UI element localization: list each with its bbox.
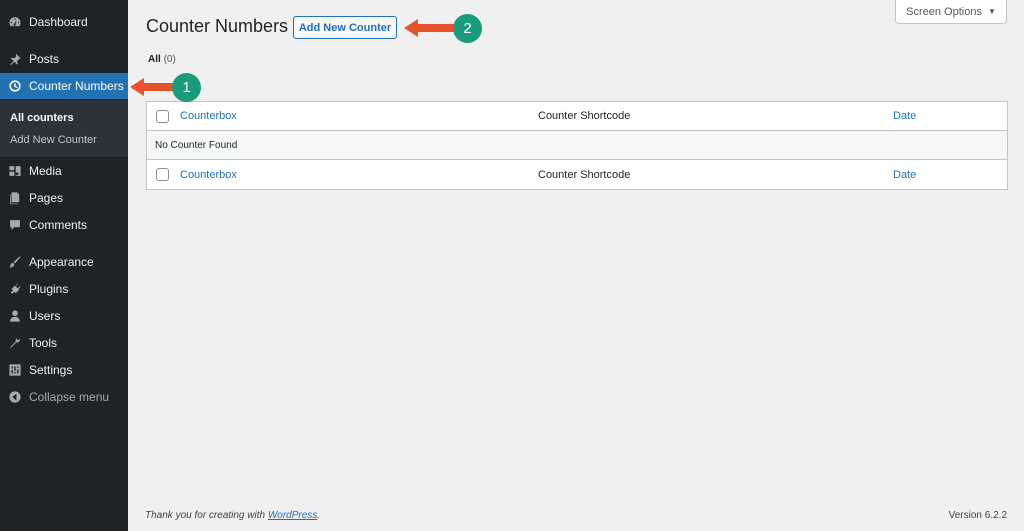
table-row: No Counter Found: [147, 131, 1007, 160]
user-icon: [8, 309, 22, 323]
pages-icon: [8, 191, 22, 205]
wrench-icon: [8, 336, 22, 350]
collapse-menu-button[interactable]: Collapse menu: [0, 384, 128, 410]
sidebar-item-label: Comments: [29, 218, 88, 232]
sidebar-item-label: Posts: [29, 52, 60, 66]
sidebar-item-label: Dashboard: [29, 15, 88, 29]
sidebar-item-tools[interactable]: Tools: [0, 330, 128, 356]
select-all-checkbox[interactable]: [156, 109, 169, 123]
sidebar-item-dashboard[interactable]: Dashboard: [0, 9, 128, 35]
sidebar-item-label: Users: [29, 309, 61, 323]
footer-thanks-prefix: Thank you for creating with: [145, 510, 268, 521]
column-header-date[interactable]: Date: [893, 110, 916, 122]
plug-icon: [8, 282, 22, 296]
no-items-message: No Counter Found: [155, 139, 238, 151]
clock-icon: [8, 79, 22, 93]
sidebar-item-appearance[interactable]: Appearance: [0, 249, 128, 275]
sidebar-item-comments[interactable]: Comments: [0, 212, 128, 238]
sidebar-item-label: Settings: [29, 363, 73, 377]
page-title: Counter Numbers: [146, 16, 289, 36]
column-footer-date[interactable]: Date: [893, 169, 916, 181]
sidebar-item-label: Pages: [29, 191, 64, 205]
sidebar-item-plugins[interactable]: Plugins: [0, 276, 128, 302]
collapse-icon: [8, 390, 22, 404]
add-new-counter-button[interactable]: Add New Counter: [293, 16, 397, 39]
filter-all-count: (0): [163, 54, 176, 65]
sidebar-item-label: Collapse menu: [29, 390, 110, 404]
brush-icon: [8, 255, 22, 269]
sidebar-item-posts[interactable]: Posts: [0, 46, 128, 72]
settings-icon: [8, 363, 22, 377]
view-filters: All (0): [148, 54, 176, 65]
sidebar-item-media[interactable]: Media: [0, 158, 128, 184]
submenu-add-new-counter[interactable]: Add New Counter: [10, 134, 97, 146]
column-footer-shortcode: Counter Shortcode: [538, 168, 631, 181]
sidebar-item-users[interactable]: Users: [0, 303, 128, 329]
select-all-checkbox-footer[interactable]: [156, 168, 169, 181]
dashboard-icon: [8, 15, 22, 29]
pin-icon: [8, 52, 22, 66]
table-footer-row: Counterbox Counter Shortcode Date: [147, 160, 1007, 189]
sidebar-submenu: All counters Add New Counter: [0, 100, 128, 157]
sidebar-item-label: Appearance: [29, 255, 94, 269]
sidebar-item-label: Tools: [29, 336, 58, 350]
sidebar-item-counter-numbers[interactable]: Counter Numbers: [0, 73, 128, 99]
comment-icon: [8, 218, 22, 232]
sidebar-item-label: Counter Numbers: [29, 79, 124, 93]
caret-down-icon: ▼: [987, 7, 996, 16]
column-header-title[interactable]: Counterbox: [180, 110, 237, 122]
annotation-arrow-2: [404, 19, 458, 37]
column-header-shortcode: Counter Shortcode: [538, 110, 631, 122]
sidebar-item-label: Plugins: [29, 282, 69, 296]
media-icon: [8, 164, 22, 178]
submenu-all-counters[interactable]: All counters: [10, 112, 74, 124]
footer-version: Version 6.2.2: [948, 510, 1007, 521]
screen-options-button[interactable]: Screen Options ▼: [895, 0, 1007, 24]
sidebar-item-label: Media: [29, 164, 62, 178]
screen-options-label: Screen Options: [906, 5, 982, 18]
table-header-row: Counterbox Counter Shortcode Date: [147, 102, 1007, 131]
footer-thanks: Thank you for creating with WordPress.: [145, 510, 320, 521]
column-footer-title[interactable]: Counterbox: [180, 169, 237, 181]
sidebar-item-settings[interactable]: Settings: [0, 357, 128, 383]
admin-sidebar: Dashboard Posts Counter Numbers All coun…: [0, 0, 128, 531]
annotation-badge-1: 1: [172, 73, 201, 102]
sidebar-item-pages[interactable]: Pages: [0, 185, 128, 211]
footer-thanks-suffix: .: [317, 510, 321, 521]
counters-table: Counterbox Counter Shortcode Date No Cou…: [146, 101, 1008, 190]
filter-all-link[interactable]: All: [148, 54, 161, 65]
wordpress-link[interactable]: WordPress: [268, 510, 317, 521]
annotation-badge-2: 2: [453, 14, 482, 43]
